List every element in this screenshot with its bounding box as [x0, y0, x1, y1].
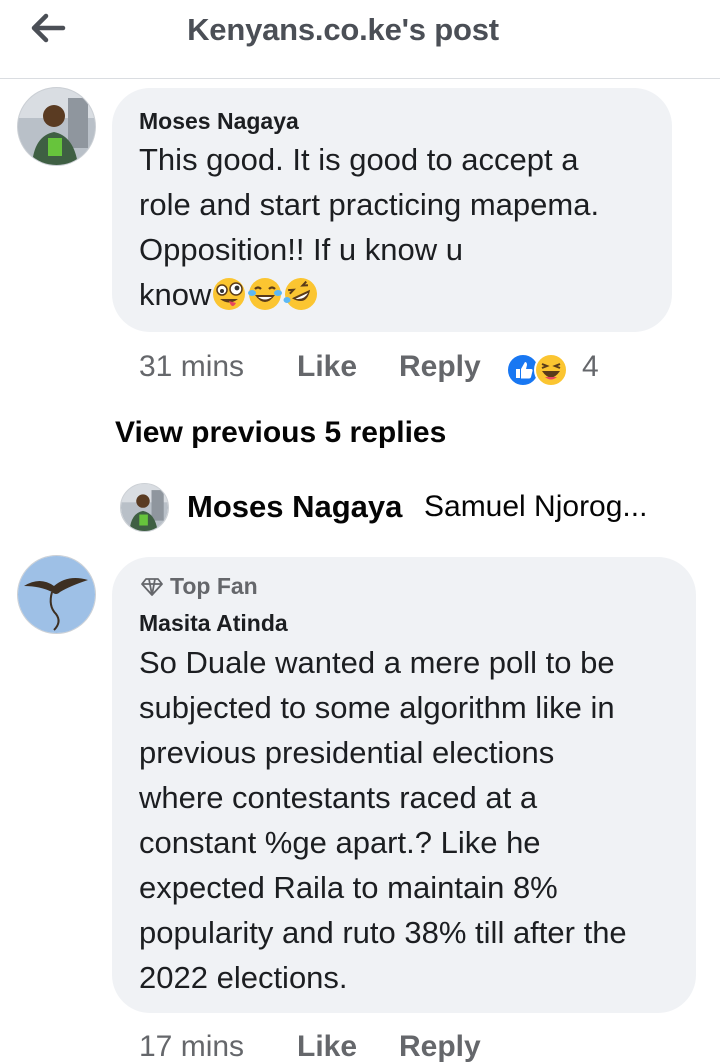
comment-author[interactable]: Masita Atinda: [139, 610, 288, 637]
like-button[interactable]: Like: [297, 350, 357, 384]
top-fan-badge: Top Fan: [140, 573, 258, 600]
diamond-icon: [141, 577, 163, 596]
haha-reaction-icon: [534, 353, 568, 387]
badge-label: Top Fan: [170, 573, 258, 599]
reply-preview-text[interactable]: Samuel Njorog...: [424, 490, 647, 524]
comment-text-line: Opposition!! If u know u: [139, 232, 463, 267]
comment-author[interactable]: Moses Nagaya: [139, 108, 299, 135]
comment-text-line: expected Raila to maintain 8%: [139, 870, 558, 905]
comment-text-line: popularity and ruto 38% till after the: [139, 915, 627, 950]
comment-text-line: So Duale wanted a mere poll to be: [139, 645, 615, 680]
reply-button[interactable]: Reply: [399, 350, 481, 384]
zany-face-icon: [211, 276, 247, 312]
comment-text-line: constant %ge apart.? Like he: [139, 825, 541, 860]
comment-text-line: 2022 elections.: [139, 960, 348, 995]
reply-button[interactable]: Reply: [399, 1030, 481, 1064]
reaction-summary[interactable]: 4: [506, 350, 606, 389]
comment-timestamp: 31 mins: [139, 350, 245, 383]
like-button[interactable]: Like: [297, 1030, 357, 1064]
page-title: Kenyans.co.ke's post: [187, 12, 499, 47]
comment-text-line: where contestants raced at a: [139, 780, 538, 815]
comment-text-line: subjected to some algorithm like in: [139, 690, 615, 725]
reaction-count: 4: [582, 350, 599, 383]
comment-text-line: know: [139, 277, 212, 312]
comment-text-line: previous presidential elections: [139, 735, 555, 770]
avatar[interactable]: [17, 555, 96, 634]
comment-text-line: role and start practicing mapema.: [139, 187, 600, 222]
comment-text-last-line: know: [139, 272, 319, 317]
comment-text-line: This good. It is good to accept a: [139, 142, 579, 177]
avatar[interactable]: [17, 87, 96, 166]
rolling-laughing-icon: [283, 276, 319, 312]
tears-of-joy-icon: [247, 276, 283, 312]
view-previous-replies-link[interactable]: View previous 5 replies: [115, 416, 446, 450]
avatar[interactable]: [120, 483, 169, 532]
comment-timestamp: 17 mins: [139, 1030, 245, 1063]
top-bar: Kenyans.co.ke's post: [0, 0, 720, 79]
reply-preview-author[interactable]: Moses Nagaya: [187, 489, 402, 525]
